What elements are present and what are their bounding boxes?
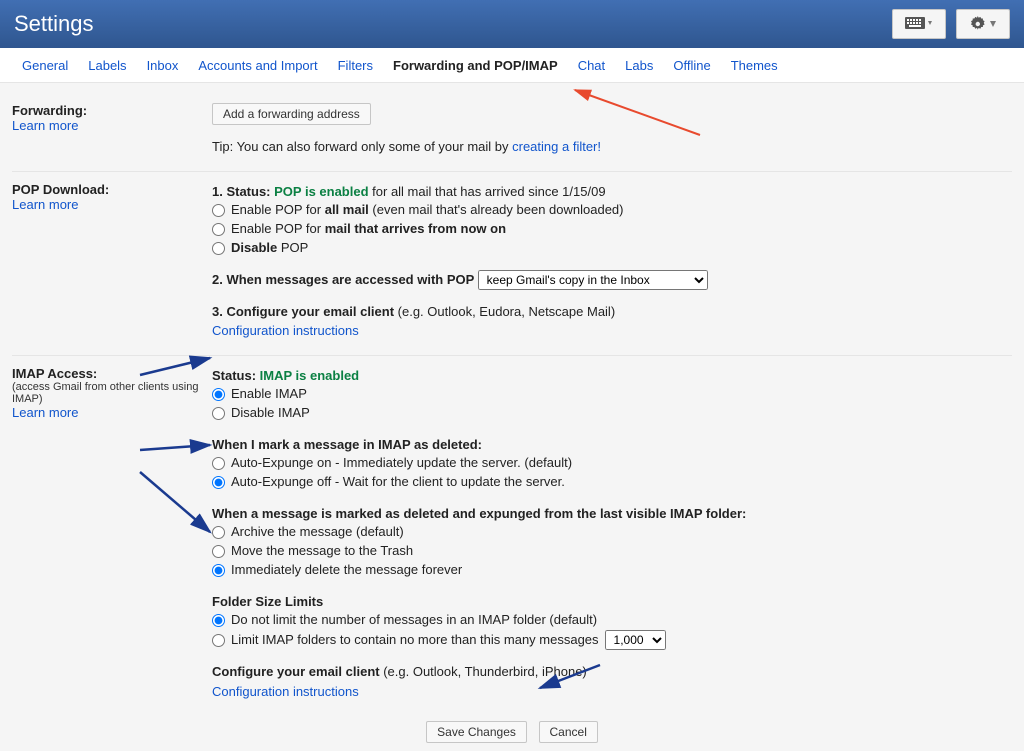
footer-buttons: Save Changes Cancel (12, 715, 1012, 751)
pop-label: POP Download: (12, 182, 202, 197)
pop-disable-radio[interactable] (212, 242, 225, 255)
imap-sublabel: (access Gmail from other clients using I… (12, 381, 202, 405)
imap-expunge-delete-radio[interactable] (212, 564, 225, 577)
imap-status-prefix: Status: (212, 368, 260, 383)
imap-enable-radio[interactable] (212, 388, 225, 401)
settings-gear-button[interactable] (956, 9, 1010, 39)
tab-general[interactable]: General (12, 52, 78, 79)
tab-offline[interactable]: Offline (663, 52, 720, 79)
imap-folder-heading: Folder Size Limits (212, 592, 1012, 612)
imap-autoexpunge-off-radio[interactable] (212, 476, 225, 489)
imap-disable-radio[interactable] (212, 407, 225, 420)
imap-folder-limit-select[interactable]: 1,000 (605, 630, 666, 650)
forwarding-label: Forwarding: (12, 103, 202, 118)
pop-accessed-select[interactable]: keep Gmail's copy in the Inbox (478, 270, 708, 290)
tab-labels[interactable]: Labels (78, 52, 136, 79)
imap-config-instructions-link[interactable]: Configuration instructions (212, 684, 359, 699)
pop-status-suffix: for all mail that has arrived since 1/15… (369, 184, 606, 199)
imap-configure-bold: Configure your email client (212, 664, 380, 679)
imap-deleted-heading: When I mark a message in IMAP as deleted… (212, 435, 1012, 455)
forwarding-tip-text: Tip: You can also forward only some of y… (212, 139, 512, 154)
imap-expunged-heading: When a message is marked as deleted and … (212, 504, 1012, 524)
keyboard-icon (905, 17, 933, 31)
tab-labs[interactable]: Labs (615, 52, 663, 79)
settings-tabs: GeneralLabelsInboxAccounts and ImportFil… (0, 48, 1024, 83)
pop-configure-bold: 3. Configure your email client (212, 304, 394, 319)
imap-folder-nolimit-radio[interactable] (212, 614, 225, 627)
tab-filters[interactable]: Filters (328, 52, 383, 79)
save-changes-button[interactable]: Save Changes (426, 721, 527, 743)
pop-status-value: POP is enabled (274, 184, 368, 199)
pop-status-prefix: 1. Status: (212, 184, 274, 199)
imap-configure-rest: (e.g. Outlook, Thunderbird, iPhone) (380, 664, 587, 679)
imap-folder-limit-radio[interactable] (212, 634, 225, 647)
page-title: Settings (14, 11, 94, 37)
tab-chat[interactable]: Chat (568, 52, 615, 79)
pop-configure-rest: (e.g. Outlook, Eudora, Netscape Mail) (394, 304, 615, 319)
tab-forwarding-and-pop-imap[interactable]: Forwarding and POP/IMAP (383, 52, 568, 79)
imap-expunge-archive-radio[interactable] (212, 526, 225, 539)
imap-status-value: IMAP is enabled (260, 368, 359, 383)
tab-accounts-and-import[interactable]: Accounts and Import (188, 52, 327, 79)
pop-download-section: POP Download: Learn more 1. Status: POP … (12, 172, 1012, 356)
imap-learn-more-link[interactable]: Learn more (12, 405, 78, 420)
pop-enable-nowon-radio[interactable] (212, 223, 225, 236)
forwarding-section: Forwarding: Learn more Add a forwarding … (12, 93, 1012, 172)
tab-inbox[interactable]: Inbox (137, 52, 189, 79)
pop-enable-allmail-radio[interactable] (212, 204, 225, 217)
input-tools-button[interactable] (892, 9, 946, 39)
cancel-button[interactable]: Cancel (539, 721, 598, 743)
pop-accessed-label: 2. When messages are accessed with POP (212, 272, 478, 287)
create-filter-link[interactable]: creating a filter! (512, 139, 601, 154)
pop-config-instructions-link[interactable]: Configuration instructions (212, 323, 359, 338)
add-forwarding-address-button[interactable]: Add a forwarding address (212, 103, 371, 125)
forwarding-learn-more-link[interactable]: Learn more (12, 118, 78, 133)
app-header: Settings (0, 0, 1024, 48)
gear-icon (969, 16, 997, 32)
pop-learn-more-link[interactable]: Learn more (12, 197, 78, 212)
settings-content: Forwarding: Learn more Add a forwarding … (0, 83, 1024, 751)
imap-label: IMAP Access: (12, 366, 202, 381)
tab-themes[interactable]: Themes (721, 52, 788, 79)
imap-autoexpunge-on-radio[interactable] (212, 457, 225, 470)
imap-access-section: IMAP Access: (access Gmail from other cl… (12, 356, 1012, 716)
imap-expunge-trash-radio[interactable] (212, 545, 225, 558)
